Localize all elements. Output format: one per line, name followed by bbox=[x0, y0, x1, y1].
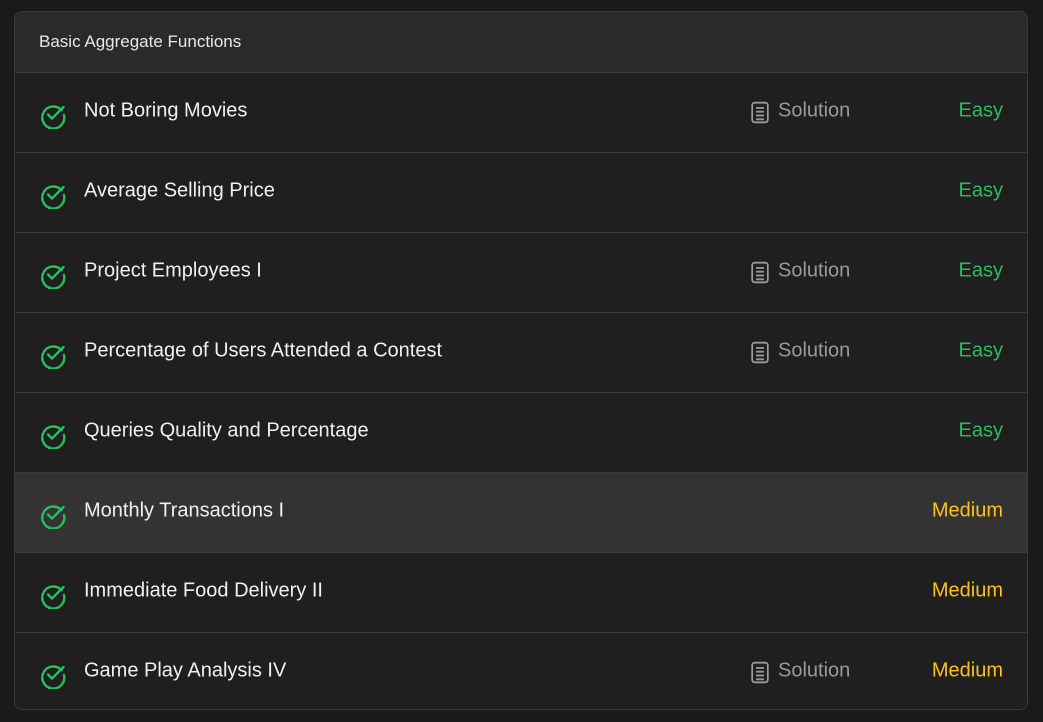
problem-title[interactable]: Monthly Transactions I bbox=[84, 499, 284, 522]
problem-title[interactable]: Average Selling Price bbox=[84, 179, 275, 202]
document-icon bbox=[751, 261, 769, 283]
problem-row[interactable]: Game Play Analysis IV Solution Medium bbox=[15, 632, 1027, 709]
section-title: Basic Aggregate Functions bbox=[39, 32, 242, 51]
check-circle-icon bbox=[39, 581, 67, 610]
check-circle-icon bbox=[39, 661, 67, 690]
solution-link[interactable]: Solution bbox=[751, 258, 850, 283]
problem-row[interactable]: Percentage of Users Attended a Contest S… bbox=[15, 312, 1027, 392]
check-circle-icon bbox=[39, 421, 67, 450]
study-plan-section: Basic Aggregate Functions Not Boring Mov… bbox=[14, 11, 1028, 710]
difficulty-badge: Easy bbox=[958, 339, 1003, 361]
solution-label: Solution bbox=[778, 339, 851, 361]
solution-link[interactable]: Solution bbox=[751, 338, 850, 363]
problem-title[interactable]: Percentage of Users Attended a Contest bbox=[84, 339, 442, 362]
difficulty-badge: Medium bbox=[931, 659, 1003, 681]
problem-title[interactable]: Project Employees I bbox=[84, 259, 262, 282]
solution-label: Solution bbox=[778, 659, 851, 681]
document-icon bbox=[751, 101, 769, 123]
check-circle-icon bbox=[39, 341, 67, 370]
problem-title[interactable]: Not Boring Movies bbox=[84, 99, 247, 122]
problem-title[interactable]: Game Play Analysis IV bbox=[84, 659, 286, 682]
problem-title[interactable]: Immediate Food Delivery II bbox=[84, 579, 323, 602]
document-icon bbox=[751, 661, 769, 683]
solution-label: Solution bbox=[778, 99, 851, 121]
solution-label: Solution bbox=[778, 259, 851, 281]
problem-row[interactable]: Monthly Transactions I Medium bbox=[15, 472, 1027, 552]
difficulty-badge: Easy bbox=[958, 99, 1003, 121]
document-icon bbox=[751, 341, 769, 363]
solution-link[interactable]: Solution bbox=[751, 98, 850, 123]
problem-row[interactable]: Not Boring Movies Solution Easy bbox=[15, 72, 1027, 152]
problem-list: Not Boring Movies Solution Easy Average S… bbox=[15, 72, 1027, 709]
section-header[interactable]: Basic Aggregate Functions bbox=[15, 12, 1027, 72]
difficulty-badge: Medium bbox=[931, 579, 1003, 601]
problem-row[interactable]: Average Selling Price Easy bbox=[15, 152, 1027, 232]
check-circle-icon bbox=[39, 101, 67, 130]
problem-title[interactable]: Queries Quality and Percentage bbox=[84, 419, 369, 442]
difficulty-badge: Easy bbox=[958, 179, 1003, 201]
problem-row[interactable]: Queries Quality and Percentage Easy bbox=[15, 392, 1027, 472]
difficulty-badge: Easy bbox=[958, 259, 1003, 281]
check-circle-icon bbox=[39, 501, 67, 530]
problem-row[interactable]: Project Employees I Solution Easy bbox=[15, 232, 1027, 312]
problem-row[interactable]: Immediate Food Delivery II Medium bbox=[15, 552, 1027, 632]
difficulty-badge: Medium bbox=[931, 499, 1003, 521]
check-circle-icon bbox=[39, 261, 67, 290]
difficulty-badge: Easy bbox=[958, 419, 1003, 441]
solution-link[interactable]: Solution bbox=[751, 658, 850, 683]
check-circle-icon bbox=[39, 181, 67, 210]
